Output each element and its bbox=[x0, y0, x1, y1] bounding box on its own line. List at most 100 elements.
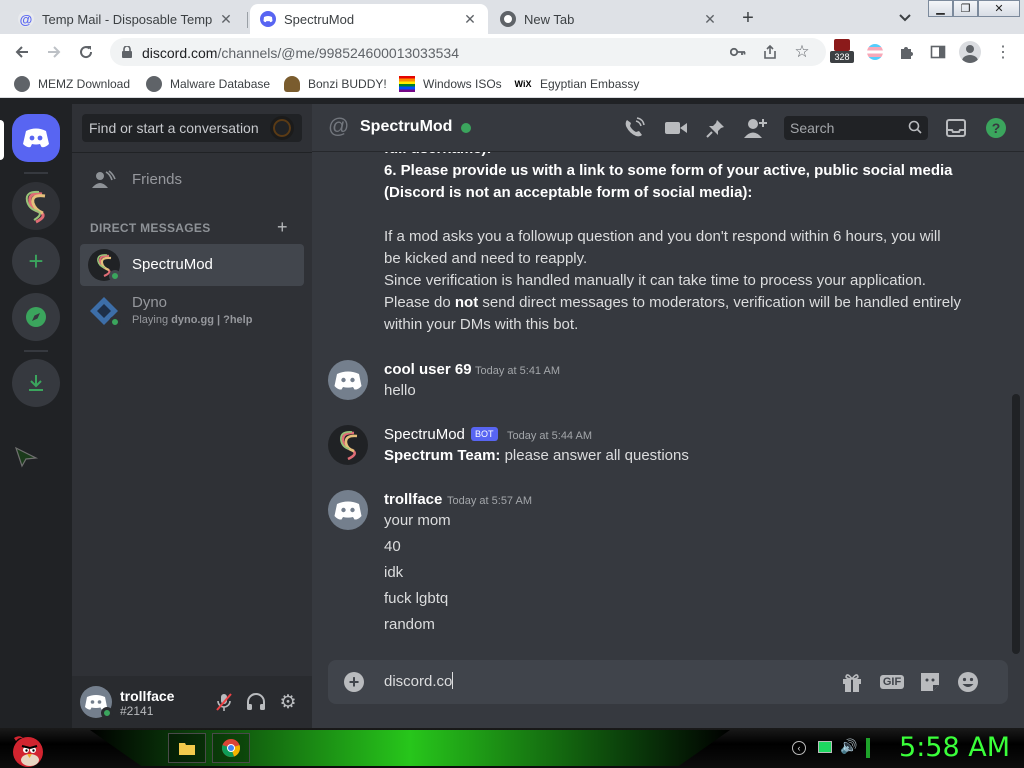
message-author[interactable]: cool user 69 bbox=[384, 361, 472, 378]
bookmark-egyptian-embassy[interactable]: WiX Egyptian Embassy bbox=[514, 75, 640, 93]
taskbar-clock[interactable]: 5:58 AM bbox=[899, 732, 1010, 763]
close-tab-icon[interactable]: ✕ bbox=[702, 11, 718, 28]
author-avatar[interactable] bbox=[328, 360, 368, 400]
address-bar[interactable]: discord.com/channels/@me/998524600013033… bbox=[110, 38, 826, 66]
gif-icon[interactable]: GIF bbox=[879, 670, 905, 694]
message-text: full username): bbox=[384, 152, 492, 160]
dm-item-spectrumod[interactable]: SpectruMod bbox=[80, 244, 304, 286]
chevron-down-icon[interactable] bbox=[895, 8, 915, 28]
bookmarks-bar: MEMZ Download Malware Database Bonzi BUD… bbox=[0, 70, 1024, 98]
dm-sidebar: Find or start a conversation Friends DIR… bbox=[72, 104, 312, 728]
bookmark-malware-database[interactable]: Malware Database bbox=[146, 75, 270, 93]
add-server-icon[interactable]: + bbox=[12, 237, 60, 285]
message-author[interactable]: trollface bbox=[384, 491, 442, 508]
angry-bird-start-icon[interactable] bbox=[6, 730, 48, 768]
windows-taskbar: ‹ 🔊 5:58 AM bbox=[0, 728, 1024, 768]
profile-avatar-icon[interactable] bbox=[957, 39, 983, 65]
message-author[interactable]: SpectruMod bbox=[384, 426, 465, 443]
share-icon[interactable] bbox=[760, 42, 780, 62]
author-avatar[interactable] bbox=[328, 425, 368, 465]
tab-temp-mail[interactable]: @ Temp Mail - Disposable Temporary ✕ bbox=[8, 4, 244, 34]
close-tab-icon[interactable]: ✕ bbox=[462, 11, 478, 28]
message-text: If a mod asks you a followup question an… bbox=[384, 228, 941, 245]
message-text: 6. Please provide us with a link to some… bbox=[384, 162, 953, 179]
help-question-icon[interactable]: ? bbox=[984, 116, 1008, 140]
close-tab-icon[interactable]: ✕ bbox=[218, 11, 234, 28]
spectrum-server-icon[interactable] bbox=[12, 182, 60, 230]
file-explorer-icon[interactable] bbox=[168, 733, 206, 763]
message-text: fuck lgbtq bbox=[384, 590, 449, 607]
header-divider bbox=[72, 152, 312, 153]
text-part-bold: not bbox=[454, 294, 479, 311]
message-timestamp: Today at 5:57 AM bbox=[447, 495, 532, 507]
tab-new-tab[interactable]: New Tab ✕ bbox=[490, 4, 728, 34]
puzzle-extensions-icon[interactable] bbox=[894, 39, 920, 65]
online-status-dot bbox=[461, 123, 471, 133]
tab-spectrumod[interactable]: SpectruMod ✕ bbox=[250, 4, 488, 34]
header-search-input[interactable]: Search bbox=[784, 116, 928, 140]
volume-speaker-icon[interactable]: 🔊 bbox=[840, 738, 858, 756]
text-part: send direct messages to moderators, veri… bbox=[478, 294, 961, 311]
forward-arrow-icon[interactable] bbox=[42, 40, 66, 64]
create-dm-plus-icon[interactable]: + bbox=[277, 217, 288, 238]
chrome-taskbar-icon[interactable] bbox=[212, 733, 250, 763]
dm-activity: Playing dyno.gg | ?help bbox=[132, 314, 252, 326]
friends-nav-item[interactable]: Friends bbox=[80, 159, 304, 201]
chrome-icon bbox=[500, 11, 516, 27]
kebab-menu-icon[interactable]: ⋮ bbox=[990, 39, 1016, 65]
bookmark-label: Windows ISOs bbox=[423, 77, 502, 91]
key-icon[interactable] bbox=[728, 42, 748, 62]
message-timestamp: Today at 5:44 AM bbox=[507, 430, 592, 442]
voice-call-icon[interactable] bbox=[622, 116, 646, 140]
dm-item-dyno[interactable]: Dyno Playing dyno.gg | ?help bbox=[80, 290, 304, 332]
composer-input[interactable]: discord.co bbox=[384, 672, 454, 690]
muted-mic-icon[interactable] bbox=[212, 690, 236, 714]
minimize-window-icon[interactable]: ▁ bbox=[928, 0, 953, 17]
settings-gear-icon[interactable]: ⚙ bbox=[276, 690, 300, 714]
close-window-icon[interactable]: ✕ bbox=[978, 0, 1020, 17]
bookmark-memz-download[interactable]: MEMZ Download bbox=[14, 75, 130, 93]
show-hidden-icons-chevron-icon[interactable]: ‹ bbox=[792, 741, 806, 755]
lock-icon[interactable] bbox=[122, 45, 132, 58]
add-friend-to-dm-icon[interactable] bbox=[744, 116, 768, 140]
tab-divider bbox=[247, 12, 248, 28]
back-arrow-icon[interactable] bbox=[10, 40, 34, 64]
url-host: discord.com bbox=[142, 45, 218, 61]
bookmark-bonzi-buddy[interactable]: Bonzi BUDDY! bbox=[284, 75, 387, 93]
pride-flag-extension-icon[interactable] bbox=[863, 39, 889, 65]
find-conversation-input[interactable]: Find or start a conversation bbox=[82, 114, 302, 142]
message-text: Please do not send direct messages to mo… bbox=[384, 292, 961, 314]
author-avatar[interactable] bbox=[328, 490, 368, 530]
message-text: Spectrum Team: please answer all questio… bbox=[384, 445, 689, 467]
emoji-picker-icon[interactable] bbox=[956, 670, 980, 694]
download-apps-icon[interactable] bbox=[12, 359, 60, 407]
video-call-icon[interactable] bbox=[664, 116, 688, 140]
message-text: your mom bbox=[384, 512, 451, 529]
user-tag: #2141 bbox=[120, 704, 154, 718]
at-sign-icon: @ bbox=[18, 11, 34, 27]
text-part-bold: Spectrum Team: bbox=[384, 447, 501, 464]
sticker-icon[interactable] bbox=[918, 670, 942, 694]
activity-game: dyno.gg | ?help bbox=[171, 314, 253, 326]
side-panel-icon[interactable] bbox=[925, 39, 951, 65]
bookmark-windows-isos[interactable]: Windows ISOs bbox=[399, 75, 502, 93]
gift-icon[interactable] bbox=[840, 670, 864, 694]
message-composer[interactable]: + discord.co GIF bbox=[328, 660, 1008, 704]
discord-home-icon[interactable] bbox=[12, 114, 60, 162]
bookmark-star-icon[interactable]: ☆ bbox=[792, 42, 812, 62]
message-text: Since verification is handled manually i… bbox=[384, 272, 926, 289]
monitor-tray-icon[interactable] bbox=[818, 741, 832, 753]
attach-plus-icon[interactable]: + bbox=[344, 672, 364, 692]
pinned-messages-icon[interactable] bbox=[704, 116, 728, 140]
extension-badge-icon[interactable]: 328 bbox=[830, 39, 856, 65]
svg-text:?: ? bbox=[992, 120, 1001, 136]
reload-icon[interactable] bbox=[74, 40, 98, 64]
headphones-icon[interactable] bbox=[244, 690, 268, 714]
search-placeholder: Find or start a conversation bbox=[89, 120, 259, 136]
inbox-icon[interactable] bbox=[944, 116, 968, 140]
message-scrollbar[interactable] bbox=[1012, 394, 1020, 654]
extension-badge-count: 328 bbox=[830, 51, 854, 63]
new-tab-plus-icon[interactable]: + bbox=[736, 6, 760, 30]
restore-window-icon[interactable]: ❐ bbox=[953, 0, 978, 17]
explore-compass-icon[interactable] bbox=[12, 293, 60, 341]
